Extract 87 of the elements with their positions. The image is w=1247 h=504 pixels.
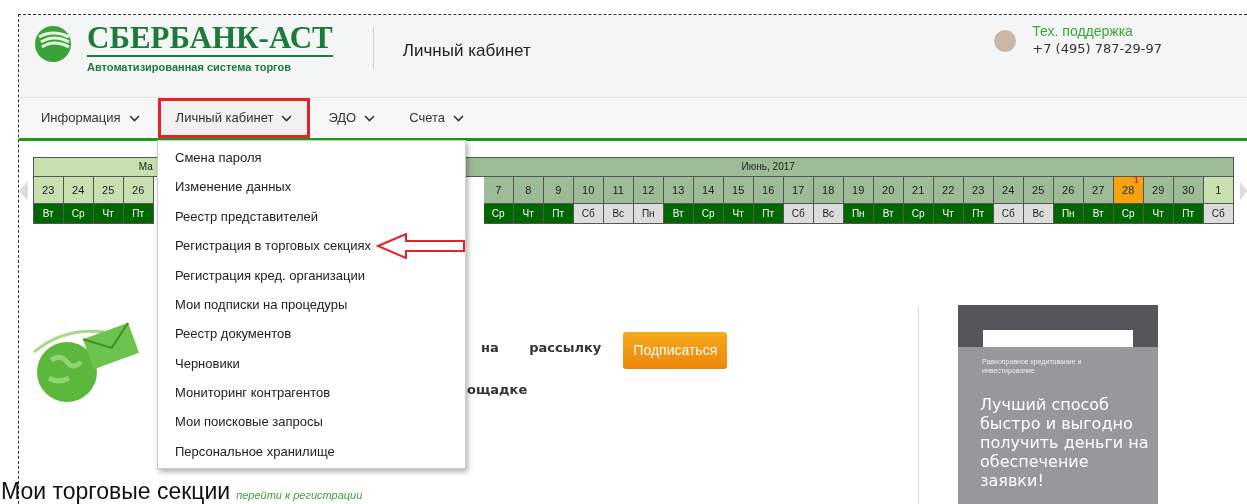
calendar-date[interactable]: 11 bbox=[603, 177, 634, 204]
dropdown-item[interactable]: Мониторинг контрагентов bbox=[158, 378, 331, 408]
weekday-label: Вс bbox=[813, 204, 844, 224]
pointer-arrow-icon bbox=[376, 232, 467, 259]
calendar-date[interactable]: 24 bbox=[63, 177, 94, 204]
weekday-label: Чт bbox=[933, 204, 964, 224]
calendar-date[interactable]: 24 bbox=[993, 177, 1024, 204]
logo-tagline: Автоматизированная система торгов bbox=[87, 60, 293, 75]
weekday-label: Ср bbox=[483, 204, 514, 224]
calendar-date[interactable]: 12 bbox=[633, 177, 664, 204]
dropdown-item[interactable]: Реестр представителей bbox=[158, 201, 319, 232]
subscribe-text: на рассылку bbox=[481, 339, 602, 357]
weekday-label: Сб bbox=[783, 204, 814, 224]
calendar-date[interactable]: 1 bbox=[1203, 177, 1234, 204]
calendar-date[interactable]: 27 bbox=[1083, 177, 1114, 204]
calendar-date[interactable]: 25 bbox=[93, 177, 124, 204]
calendar-date[interactable]: 26 bbox=[1053, 177, 1084, 204]
chevron-down-icon bbox=[281, 114, 293, 122]
subscribe-text: ощадке bbox=[467, 380, 529, 399]
weekday-label: Чт bbox=[1143, 204, 1174, 224]
support-label: Тех. поддержка bbox=[1032, 22, 1134, 40]
calendar-date[interactable]: 23 bbox=[963, 177, 994, 204]
calendar-date[interactable]: 14 bbox=[693, 177, 724, 204]
weekday-label: Ср bbox=[693, 204, 724, 224]
weekday-label: Пт bbox=[753, 204, 784, 224]
calendar-date[interactable]: 29 bbox=[1143, 177, 1174, 204]
logo-wordmark: СБЕРБАНК-АСТ bbox=[87, 22, 333, 57]
section-heading: Мои торговые секции bbox=[1, 478, 231, 504]
weekday-label: Ср bbox=[903, 204, 934, 224]
weekday-label: Пт bbox=[963, 204, 994, 224]
weekday-label: Ср bbox=[1113, 204, 1144, 224]
calendar-date[interactable]: 26 bbox=[123, 177, 154, 204]
calendar-date[interactable]: 28 1 bbox=[1113, 177, 1144, 204]
dropdown-item[interactable]: Мои поисковые запросы bbox=[158, 407, 323, 437]
calendar-date[interactable]: 13 bbox=[663, 177, 694, 204]
calendar-date[interactable]: 22 bbox=[933, 177, 964, 204]
weekday-label: Пн bbox=[1053, 204, 1084, 224]
weekday-label: Вт bbox=[873, 204, 904, 224]
nav-menu-item[interactable]: Личный кабинет bbox=[157, 98, 311, 138]
ad-headline: Лучший способ быстро и выгодно получить деньги на обеспечение заявки! bbox=[979, 395, 1150, 490]
dropdown-item[interactable]: Мои подписки на процедуры bbox=[158, 289, 348, 320]
calendar-date[interactable]: 19 bbox=[843, 177, 874, 204]
calendar-date[interactable]: 25 bbox=[1023, 177, 1054, 204]
calendar-date[interactable]: 18 bbox=[813, 177, 844, 204]
weekday-label: Вт bbox=[1083, 204, 1114, 224]
weekday-label: Чт bbox=[513, 204, 544, 224]
calendar-date[interactable]: 17 bbox=[783, 177, 814, 204]
weekday-label: Пт bbox=[123, 204, 154, 224]
weekday-label: Сб bbox=[573, 204, 604, 224]
weekday-label: Пн bbox=[633, 204, 664, 224]
calendar-date[interactable]: 9 bbox=[543, 177, 574, 204]
calendar-date[interactable]: 8 bbox=[513, 177, 544, 204]
chevron-down-icon bbox=[364, 114, 376, 122]
nav-menu-item[interactable]: Информация bbox=[25, 98, 156, 138]
support-phone: +7 (495) 787-29-97 bbox=[1032, 40, 1162, 58]
weekday-label: Пн bbox=[843, 204, 874, 224]
avatar bbox=[993, 29, 1018, 53]
calendar-date[interactable]: 20 bbox=[873, 177, 904, 204]
calendar-date[interactable]: 10 bbox=[573, 177, 604, 204]
dropdown-item[interactable]: Персональное хранилище bbox=[158, 436, 335, 467]
weekday-label: Вт bbox=[33, 204, 64, 224]
page-title: Личный кабинет bbox=[402, 40, 531, 62]
chevron-down-icon bbox=[453, 114, 465, 122]
weekday-label: Вс bbox=[1023, 204, 1054, 224]
event-count: 1 bbox=[1133, 176, 1139, 185]
calendar-date[interactable]: 30 bbox=[1173, 177, 1204, 204]
dropdown-item[interactable]: Регистрация кред. организации bbox=[158, 260, 366, 290]
dropdown-item[interactable]: Черновики bbox=[158, 348, 240, 379]
weekday-label: Пт bbox=[543, 204, 574, 224]
weekday-label: Вс bbox=[603, 204, 634, 224]
weekday-label: Сб bbox=[1203, 204, 1234, 224]
weekday-label: Вт bbox=[663, 204, 694, 224]
nav-menu-item[interactable]: ЭДО bbox=[312, 98, 392, 138]
calendar-date[interactable]: 21 bbox=[903, 177, 934, 204]
dropdown-item[interactable]: Регистрация в торговых секциях bbox=[158, 231, 467, 261]
calendar-date[interactable]: 7 bbox=[483, 177, 514, 204]
weekday-label: Пт bbox=[1173, 204, 1204, 224]
nav-menu-item[interactable]: Счета bbox=[393, 98, 481, 138]
calendar-date[interactable]: 16 bbox=[753, 177, 784, 204]
weekday-label: Сб bbox=[993, 204, 1024, 224]
chevron-down-icon bbox=[128, 114, 140, 122]
weekday-label: Ср bbox=[63, 204, 94, 224]
dropdown-item[interactable]: Реестр документов bbox=[158, 319, 292, 349]
weekday-label: Чт bbox=[93, 204, 124, 224]
weekday-label: Чт bbox=[723, 204, 754, 224]
calendar-date[interactable]: 23 bbox=[33, 177, 64, 204]
calendar-date[interactable]: 15 bbox=[723, 177, 754, 204]
